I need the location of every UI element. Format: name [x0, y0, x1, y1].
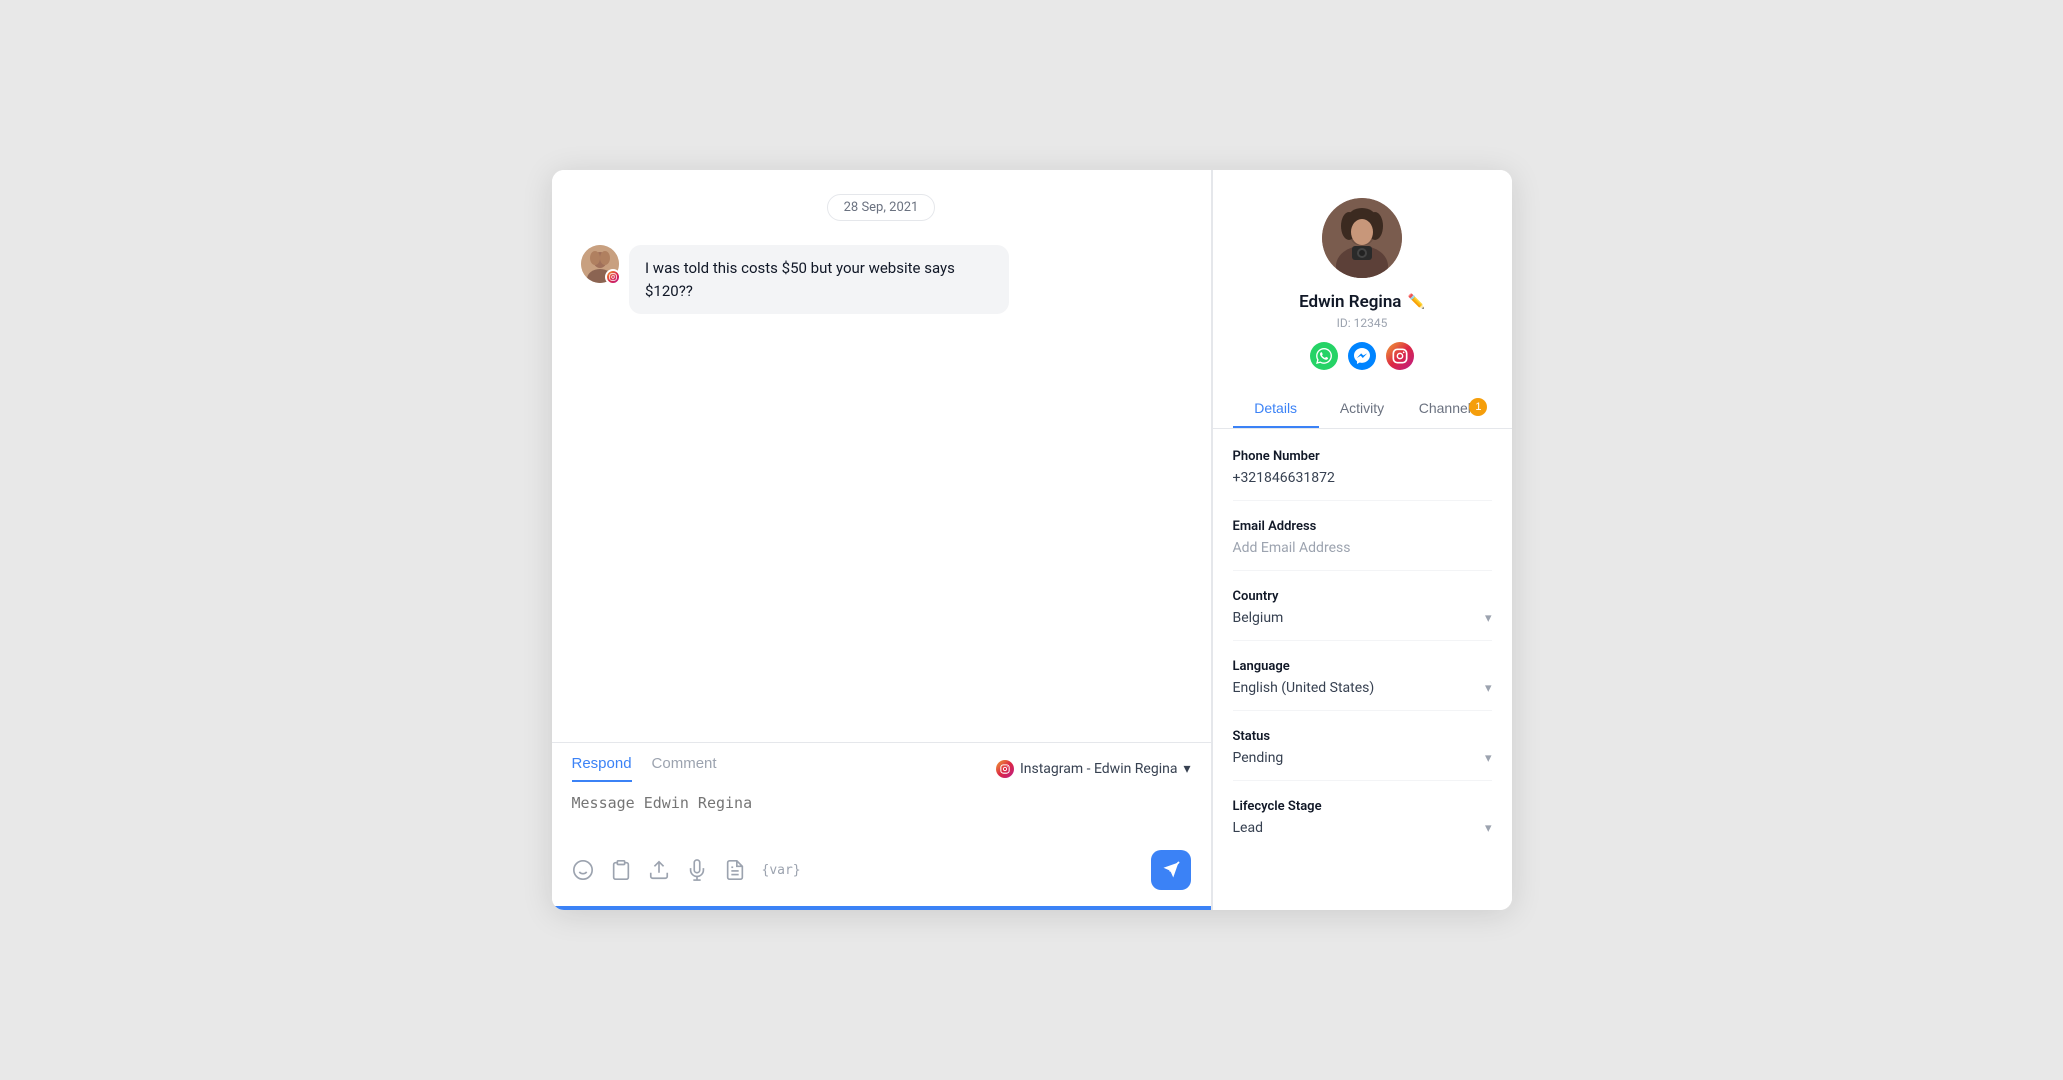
country-select-row[interactable]: Belgium ▾: [1233, 610, 1492, 626]
phone-value: +321846631872: [1233, 470, 1492, 486]
bottom-bar: [552, 906, 1211, 910]
send-button[interactable]: [1151, 850, 1191, 890]
lifecycle-value: Lead: [1233, 820, 1263, 836]
chat-messages: 28 Sep, 2021: [552, 170, 1211, 742]
app-container: 28 Sep, 2021: [552, 170, 1512, 910]
tab-channels[interactable]: Channels 1: [1405, 390, 1491, 428]
status-label: Status: [1233, 729, 1492, 744]
contact-name: Edwin Regina: [1299, 292, 1401, 312]
reply-toolbar: {var}: [552, 842, 1211, 906]
document-icon[interactable]: [724, 859, 746, 881]
contact-header: Edwin Regina ✏️ ID: 12345: [1213, 170, 1512, 390]
reply-tabs: Respond Comment Instagram - Edwin Regina…: [552, 743, 1211, 782]
channel-name: Instagram - Edwin Regina: [1020, 761, 1178, 777]
contact-details: Phone Number +321846631872 Email Address…: [1213, 429, 1512, 910]
email-value[interactable]: Add Email Address: [1233, 540, 1492, 556]
emoji-icon[interactable]: [572, 859, 594, 881]
user-avatar-wrap: [581, 245, 619, 283]
messenger-channel[interactable]: [1348, 342, 1376, 370]
channel-selector[interactable]: Instagram - Edwin Regina ▾: [996, 760, 1191, 778]
language-value: English (United States): [1233, 680, 1375, 696]
contact-panel: Edwin Regina ✏️ ID: 12345: [1212, 170, 1512, 910]
reply-input-area[interactable]: [552, 782, 1211, 842]
language-field: Language English (United States) ▾: [1233, 659, 1492, 711]
clipboard-icon[interactable]: [610, 859, 632, 881]
respond-tab[interactable]: Respond: [572, 755, 632, 782]
instagram-badge: [605, 269, 621, 285]
mic-icon[interactable]: [686, 859, 708, 881]
status-chevron: ▾: [1485, 751, 1492, 766]
chat-panel: 28 Sep, 2021: [552, 170, 1212, 910]
country-value: Belgium: [1233, 610, 1284, 626]
contact-avatar: [1322, 198, 1402, 278]
lifecycle-chevron: ▾: [1485, 821, 1492, 836]
lifecycle-label: Lifecycle Stage: [1233, 799, 1492, 814]
status-value: Pending: [1233, 750, 1284, 766]
status-select-row[interactable]: Pending ▾: [1233, 750, 1492, 766]
contact-name-row: Edwin Regina ✏️: [1299, 292, 1425, 312]
phone-label: Phone Number: [1233, 449, 1492, 464]
whatsapp-channel[interactable]: [1310, 342, 1338, 370]
tab-details[interactable]: Details: [1233, 390, 1319, 428]
tab-activity[interactable]: Activity: [1319, 390, 1405, 428]
lifecycle-field: Lifecycle Stage Lead ▾: [1233, 799, 1492, 850]
message-row: I was told this costs $50 but your websi…: [581, 245, 1181, 314]
country-field: Country Belgium ▾: [1233, 589, 1492, 641]
email-label: Email Address: [1233, 519, 1492, 534]
language-chevron: ▾: [1485, 681, 1492, 696]
comment-tab[interactable]: Comment: [652, 755, 717, 782]
contact-tabs: Details Activity Channels 1: [1213, 390, 1512, 429]
reply-area: Respond Comment Instagram - Edwin Regina…: [552, 742, 1211, 910]
upload-icon[interactable]: [648, 859, 670, 881]
date-badge: 28 Sep, 2021: [827, 194, 936, 221]
status-field: Status Pending ▾: [1233, 729, 1492, 781]
contact-id: ID: 12345: [1337, 316, 1388, 330]
email-field: Email Address Add Email Address: [1233, 519, 1492, 571]
country-chevron: ▾: [1485, 611, 1492, 626]
instagram-channel-contact[interactable]: [1386, 342, 1414, 370]
channel-chevron: ▾: [1183, 761, 1190, 777]
phone-field: Phone Number +321846631872: [1233, 449, 1492, 501]
language-label: Language: [1233, 659, 1492, 674]
instagram-channel-icon: [996, 760, 1014, 778]
contact-channels: [1310, 342, 1414, 370]
language-select-row[interactable]: English (United States) ▾: [1233, 680, 1492, 696]
edit-icon[interactable]: ✏️: [1407, 294, 1424, 310]
variable-icon[interactable]: {var}: [762, 863, 801, 878]
message-bubble: I was told this costs $50 but your websi…: [629, 245, 1009, 314]
country-label: Country: [1233, 589, 1492, 604]
lifecycle-select-row[interactable]: Lead ▾: [1233, 820, 1492, 836]
reply-tab-group: Respond Comment: [572, 755, 717, 782]
reply-input[interactable]: [572, 794, 1191, 830]
channels-badge: 1: [1469, 398, 1487, 416]
